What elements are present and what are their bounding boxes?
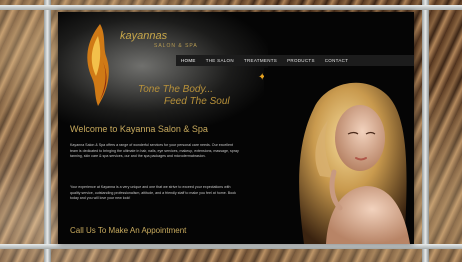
nav-contact[interactable]: CONTACT bbox=[325, 58, 349, 63]
welcome-heading: Welcome to Kayanna Salon & Spa bbox=[70, 124, 208, 134]
model-photo bbox=[264, 68, 414, 244]
call-to-action[interactable]: Call Us To Make An Appointment bbox=[70, 226, 186, 235]
tagline-line-2: Feed The Soul bbox=[164, 96, 230, 107]
nav-products[interactable]: PRODUCTS bbox=[287, 58, 315, 63]
nav-the-salon[interactable]: THE SALON bbox=[206, 58, 234, 63]
main-nav: HOME THE SALON TREATMENTS PRODUCTS CONTA… bbox=[176, 55, 414, 66]
website-mockup: kayannas SALON & SPA HOME THE SALON TREA… bbox=[58, 12, 414, 244]
nav-home[interactable]: HOME bbox=[181, 58, 196, 63]
brand-subtitle: SALON & SPA bbox=[154, 43, 198, 49]
tagline-line-1: Tone The Body... bbox=[138, 84, 214, 95]
flame-logo-icon bbox=[87, 24, 109, 106]
frame-rail-bottom bbox=[0, 244, 462, 249]
brand-name[interactable]: kayannas bbox=[120, 30, 167, 42]
nav-treatments[interactable]: TREATMENTS bbox=[244, 58, 277, 63]
frame-rail-top bbox=[0, 5, 462, 10]
frame-pillar-right bbox=[422, 0, 429, 262]
tagline: Tone The Body... Feed The Soul bbox=[138, 84, 230, 108]
frame-pillar-left bbox=[44, 0, 51, 262]
intro-paragraph: Kayanna Salon & Spa offers a range of wo… bbox=[70, 143, 239, 159]
experience-paragraph: Your experience at Kayanna is a very uni… bbox=[70, 185, 236, 201]
